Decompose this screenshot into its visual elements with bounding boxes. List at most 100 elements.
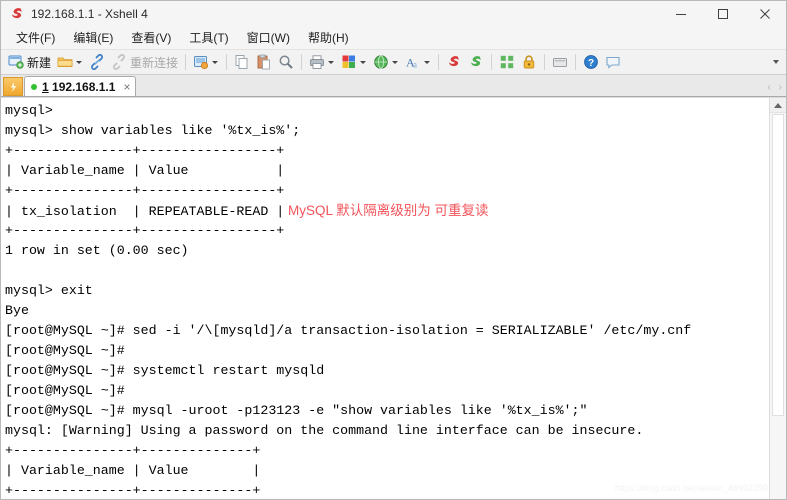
globe-icon: [373, 54, 389, 70]
toolbar-separator: [575, 54, 577, 70]
tab-session-1[interactable]: 1 192.168.1.1 ×: [24, 76, 137, 96]
terminal-line-text: +---------------+-----------------+: [5, 183, 285, 198]
find-button[interactable]: [276, 51, 296, 73]
scrollbar-thumb[interactable]: [772, 114, 784, 416]
paste-icon: [256, 54, 272, 70]
menu-edit[interactable]: 编辑(E): [64, 29, 122, 47]
terminal-line-text: mysql> exit: [5, 283, 93, 298]
folder-icon: [57, 54, 73, 70]
session-manager-icon[interactable]: [3, 77, 23, 96]
annotation-text: MySQL 默认隔离级别为 可重复读: [284, 203, 489, 218]
terminal-line-text: +---------------+-----------------+: [5, 143, 285, 158]
xshell-icon: [446, 54, 462, 70]
terminal-line-text: +---------------+--------------+: [5, 483, 261, 498]
terminal-line: +---------------+-----------------+: [5, 221, 769, 241]
chat-button[interactable]: [603, 51, 623, 73]
search-icon: [278, 54, 294, 70]
print-chevron-down-icon[interactable]: [326, 54, 335, 70]
toolbar-separator: [226, 54, 228, 70]
terminal-line: mysql> exit: [5, 281, 769, 301]
lock-icon: [521, 54, 537, 70]
new-session-button[interactable]: 新建: [6, 51, 53, 73]
menu-file[interactable]: 文件(F): [7, 29, 64, 47]
new-session-icon: [8, 54, 24, 70]
tab-navigation: ‹ ›: [767, 82, 782, 93]
new-session-label: 新建: [27, 55, 52, 70]
terminal-line-text: mysql>: [5, 103, 53, 118]
close-button[interactable]: [744, 1, 786, 27]
open-session-chevron-down-icon[interactable]: [74, 54, 83, 70]
menu-view[interactable]: 查看(V): [122, 29, 180, 47]
toolbar-separator: [185, 54, 187, 70]
xshell-button[interactable]: [444, 51, 464, 73]
toolbar-overflow-chevron-down-icon[interactable]: [770, 55, 782, 69]
properties-icon: [193, 54, 209, 70]
terminal-line: +---------------+-----------------+: [5, 181, 769, 201]
terminal-line: mysql>: [5, 101, 769, 121]
reconnect-button: 重新连接: [109, 51, 180, 73]
terminal-line: | Variable_name | Value |: [5, 161, 769, 181]
terminal-line-text: [root@MySQL ~]# mysql -uroot -p123123 -e…: [5, 403, 588, 418]
font-chevron-down-icon[interactable]: [422, 54, 431, 70]
print-button[interactable]: [307, 51, 337, 73]
terminal-line-text: +---------------+-----------------+: [5, 223, 285, 238]
arrange-windows-button[interactable]: [497, 51, 517, 73]
menu-help[interactable]: 帮助(H): [299, 29, 358, 47]
toolbar: 新建 重新连接 A a ?: [1, 49, 786, 75]
terminal-line-text: | tx_isolation | REPEATABLE-READ |: [5, 204, 285, 219]
tab-prev-icon[interactable]: ‹: [767, 82, 770, 93]
window-title: 192.168.1.1 - Xshell 4: [31, 7, 148, 21]
scroll-up-arrow-icon[interactable]: [770, 98, 786, 113]
minimize-button[interactable]: [660, 1, 702, 27]
palette-icon: [341, 54, 357, 70]
terminal-line: [root@MySQL ~]#: [5, 341, 769, 361]
menu-tools[interactable]: 工具(T): [180, 29, 237, 47]
web-chevron-down-icon[interactable]: [390, 54, 399, 70]
toolbar-separator: [544, 54, 546, 70]
paste-button[interactable]: [254, 51, 274, 73]
maximize-button[interactable]: [702, 1, 744, 27]
terminal-line-text: [root@MySQL ~]#: [5, 383, 125, 398]
watermark: https://blog.csdn.net/weixin_46992399: [614, 483, 768, 493]
terminal-line-text: mysql: [Warning] Using a password on the…: [5, 423, 644, 438]
session-properties-chevron-down-icon[interactable]: [210, 54, 219, 70]
tab-index: 1: [42, 79, 49, 94]
color-scheme-button[interactable]: [339, 51, 369, 73]
terminal-line-text: 1 row in set (0.00 sec): [5, 243, 189, 258]
printer-icon: [309, 54, 325, 70]
connect-button[interactable]: [87, 51, 107, 73]
terminal-line-text: [root@MySQL ~]# systemctl restart mysqld: [5, 363, 325, 378]
terminal-line-text: [root@MySQL ~]# sed -i '/\[mysqld]/a tra…: [5, 323, 692, 338]
terminal-line: 1 row in set (0.00 sec): [5, 241, 769, 261]
xftp-button[interactable]: [466, 51, 486, 73]
lock-button[interactable]: [519, 51, 539, 73]
web-button[interactable]: [371, 51, 401, 73]
svg-text:a: a: [413, 60, 417, 70]
terminal-line-text: +---------------+--------------+: [5, 443, 261, 458]
copy-icon: [234, 54, 250, 70]
open-session-button[interactable]: [55, 51, 85, 73]
transfer-folder-button[interactable]: [550, 51, 570, 73]
svg-text:?: ?: [588, 58, 594, 69]
menu-window[interactable]: 窗口(W): [238, 29, 299, 47]
help-button[interactable]: ?: [581, 51, 601, 73]
font-button[interactable]: A a: [403, 51, 433, 73]
color-scheme-chevron-down-icon[interactable]: [358, 54, 367, 70]
terminal-line: +---------------+--------------+: [5, 441, 769, 461]
session-properties-button[interactable]: [191, 51, 221, 73]
toolbar-separator: [438, 54, 440, 70]
font-icon: A a: [405, 54, 421, 70]
terminal-line: mysql: [Warning] Using a password on the…: [5, 421, 769, 441]
grid-icon: [499, 54, 515, 70]
terminal-scrollbar[interactable]: [769, 98, 786, 499]
copy-button[interactable]: [232, 51, 252, 73]
tab-next-icon[interactable]: ›: [779, 82, 782, 93]
tab-bar: 1 192.168.1.1 × ‹ ›: [1, 75, 786, 97]
terminal-output[interactable]: mysql> mysql> show variables like '%tx_is…: [1, 98, 769, 499]
terminal-line: [root@MySQL ~]# mysql -uroot -p123123 -e…: [5, 401, 769, 421]
terminal-line: [root@MySQL ~]# sed -i '/\[mysqld]/a tra…: [5, 321, 769, 341]
tab-close-icon[interactable]: ×: [123, 81, 130, 93]
help-icon: ?: [583, 54, 599, 70]
terminal-line: Bye: [5, 301, 769, 321]
tab-label: 1 192.168.1.1: [42, 80, 115, 94]
